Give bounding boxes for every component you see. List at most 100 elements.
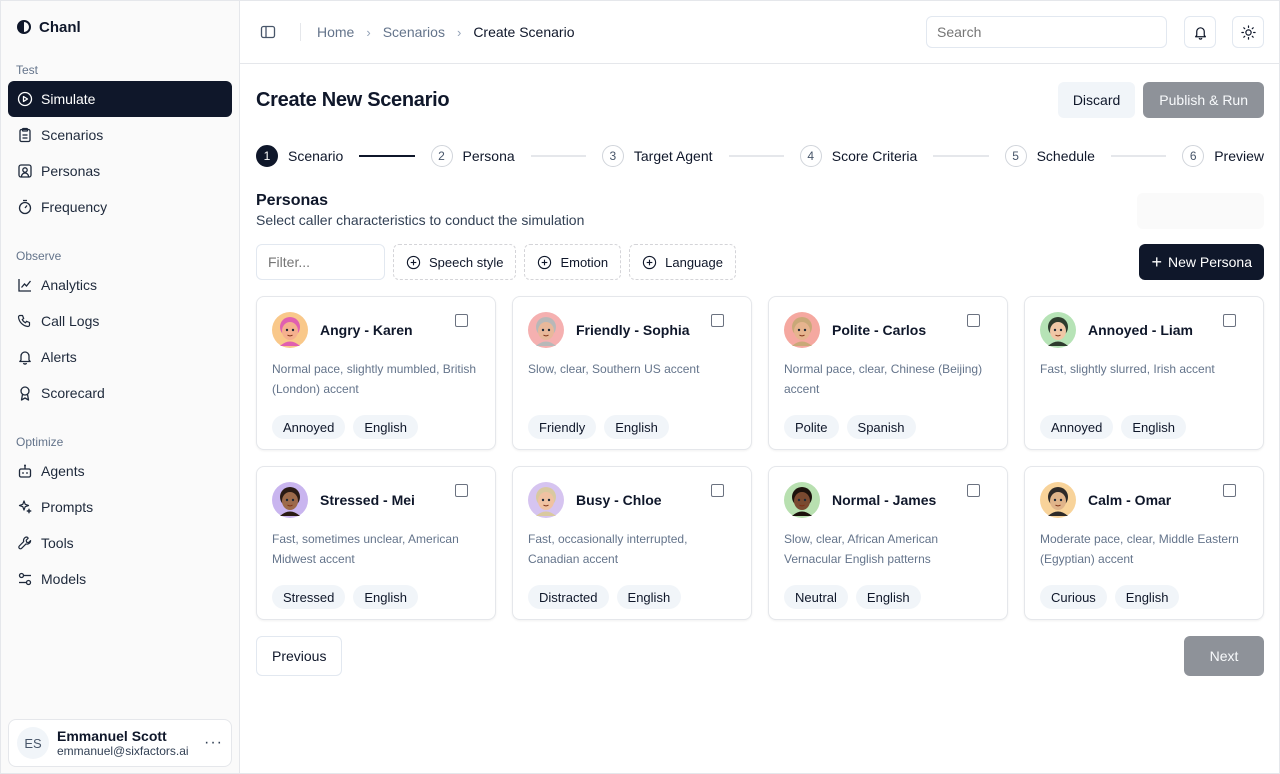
- persona-tags: Polite Spanish: [784, 415, 992, 439]
- persona-tags: Neutral English: [784, 585, 992, 609]
- search-input[interactable]: [926, 16, 1167, 48]
- content: Create New Scenario Discard Publish & Ru…: [240, 64, 1280, 676]
- sidebar-item-tools[interactable]: Tools: [8, 525, 232, 561]
- step-connector: [728, 155, 784, 157]
- persona-card[interactable]: Stressed - Mei Fast, sometimes unclear, …: [256, 466, 496, 620]
- filter-chips: Speech style Emotion Language: [393, 244, 736, 280]
- sidebar-item-simulate[interactable]: Simulate: [8, 81, 232, 117]
- step-persona[interactable]: 2 Persona: [430, 145, 515, 167]
- persona-card-header: Normal - James: [784, 482, 992, 518]
- persona-avatar: [784, 482, 820, 518]
- sidebar-item-agents[interactable]: Agents: [8, 453, 232, 489]
- sidebar-item-models[interactable]: Models: [8, 561, 232, 597]
- persona-card[interactable]: Annoyed - Liam Fast, slightly slurred, I…: [1024, 296, 1264, 450]
- step-number: 3: [601, 145, 624, 167]
- step-number: 5: [1004, 145, 1027, 167]
- step-score-criteria[interactable]: 4 Score Criteria: [799, 145, 918, 167]
- theme-toggle-button[interactable]: [1232, 16, 1264, 48]
- sidebar-item-label: Frequency: [41, 199, 108, 215]
- filter-chip-emotion[interactable]: Emotion: [524, 244, 622, 280]
- sidebar-item-label: Simulate: [41, 91, 96, 107]
- previous-button[interactable]: Previous: [256, 636, 343, 676]
- persona-tags: Distracted English: [528, 585, 736, 609]
- sidebar-item-label: Scenarios: [41, 127, 104, 143]
- persona-card[interactable]: Normal - James Slow, clear, African Amer…: [768, 466, 1008, 620]
- step-scenario[interactable]: 1 Scenario: [256, 145, 343, 167]
- sidebar-item-label: Personas: [41, 163, 101, 179]
- sidebar-section-title: Test: [16, 63, 39, 77]
- persona-tag: Friendly: [528, 415, 597, 439]
- persona-card[interactable]: Polite - Carlos Normal pace, clear, Chin…: [768, 296, 1008, 450]
- sidebar-item-analytics[interactable]: Analytics: [8, 267, 232, 303]
- new-persona-button[interactable]: + New Persona: [1139, 244, 1264, 280]
- persona-tag: Annoyed: [272, 415, 346, 439]
- play-circle-icon: [17, 91, 33, 107]
- persona-card[interactable]: Busy - Chloe Fast, occasionally interrup…: [512, 466, 752, 620]
- filter-input[interactable]: [256, 244, 385, 280]
- breadcrumb: Home › Scenarios › Create Scenario: [300, 23, 574, 41]
- persona-description: Fast, slightly slurred, Irish accent: [1040, 362, 1215, 376]
- filter-chip-label: Speech style: [429, 254, 504, 270]
- bell-icon: [1194, 26, 1206, 40]
- persona-checkbox[interactable]: [1223, 314, 1236, 327]
- more-icon[interactable]: ···: [204, 734, 223, 752]
- line-chart-icon: [18, 279, 32, 292]
- sidebar-item-scenarios[interactable]: Scenarios: [8, 117, 232, 153]
- persona-checkbox[interactable]: [967, 484, 980, 497]
- persona-card[interactable]: Friendly - Sophia Slow, clear, Southern …: [512, 296, 752, 450]
- chevron-right-icon: ›: [366, 24, 371, 40]
- sidebar-item-label: Analytics: [41, 277, 98, 293]
- filter-chip-language[interactable]: Language: [629, 244, 736, 280]
- filter-chip-speech-style[interactable]: Speech style: [393, 244, 517, 280]
- persona-grid: Angry - Karen Normal pace, slightly mumb…: [256, 296, 1264, 620]
- persona-tags: Stressed English: [272, 585, 480, 609]
- persona-checkbox[interactable]: [1223, 484, 1236, 497]
- discard-button[interactable]: Discard: [1057, 82, 1136, 118]
- sidebar-item-scorecard[interactable]: Scorecard: [8, 375, 232, 411]
- step-number: 4: [799, 145, 822, 167]
- sidebar-toggle-icon[interactable]: [260, 24, 276, 40]
- sidebar-item-personas[interactable]: Personas: [8, 153, 232, 189]
- publish-run-button[interactable]: Publish & Run: [1143, 82, 1264, 118]
- persona-description: Moderate pace, clear, Middle Eastern (Eg…: [1040, 532, 1239, 566]
- breadcrumb-scenarios[interactable]: Scenarios: [383, 24, 445, 40]
- section-title: Personas: [256, 192, 329, 209]
- step-label: Scenario: [288, 148, 344, 164]
- sidebar-item-call-logs[interactable]: Call Logs: [8, 303, 232, 339]
- sidebar-item-frequency[interactable]: Frequency: [8, 189, 232, 225]
- step-label: Schedule: [1036, 148, 1095, 164]
- step-preview[interactable]: 6 Preview: [1182, 145, 1264, 167]
- step-target-agent[interactable]: 3 Target Agent: [601, 145, 713, 167]
- sidebar-item-label: Call Logs: [41, 313, 100, 329]
- user-name: Emmanuel Scott: [57, 727, 167, 744]
- persona-tags: Curious English: [1040, 585, 1248, 609]
- persona-checkbox[interactable]: [967, 314, 980, 327]
- persona-checkbox[interactable]: [455, 484, 468, 497]
- persona-checkbox[interactable]: [711, 484, 724, 497]
- user-card[interactable]: ES Emmanuel Scott emmanuel@sixfactors.ai…: [8, 719, 232, 767]
- persona-checkbox[interactable]: [711, 314, 724, 327]
- persona-checkbox[interactable]: [455, 314, 468, 327]
- persona-card[interactable]: Angry - Karen Normal pace, slightly mumb…: [256, 296, 496, 450]
- wizard-footer: Previous Next: [256, 636, 1264, 676]
- sidebar-item-label: Models: [41, 571, 87, 587]
- step-schedule[interactable]: 5 Schedule: [1004, 145, 1095, 167]
- notifications-button[interactable]: [1184, 16, 1216, 48]
- brand[interactable]: Chanl: [1, 1, 239, 53]
- sparkles-icon: [18, 500, 32, 514]
- persona-avatar: [528, 312, 564, 348]
- persona-card[interactable]: Calm - Omar Moderate pace, clear, Middle…: [1024, 466, 1264, 620]
- step-label: Score Criteria: [831, 148, 918, 164]
- sidebar-item-label: Tools: [41, 535, 74, 551]
- user-email: emmanuel@sixfactors.ai: [57, 743, 189, 758]
- persona-avatar: [272, 482, 308, 518]
- sidebar-nav: Test Simulate Scenarios Personas Frequency Ob…: [1, 59, 239, 597]
- wrench-icon: [18, 536, 32, 550]
- sidebar-item-prompts[interactable]: Prompts: [8, 489, 232, 525]
- next-button[interactable]: Next: [1184, 636, 1264, 676]
- timer-icon: [18, 199, 32, 215]
- sidebar: Chanl Test Simulate Scenarios Personas Frequ…: [1, 1, 240, 773]
- breadcrumb-home[interactable]: Home: [317, 24, 354, 40]
- sidebar-item-alerts[interactable]: Alerts: [8, 339, 232, 375]
